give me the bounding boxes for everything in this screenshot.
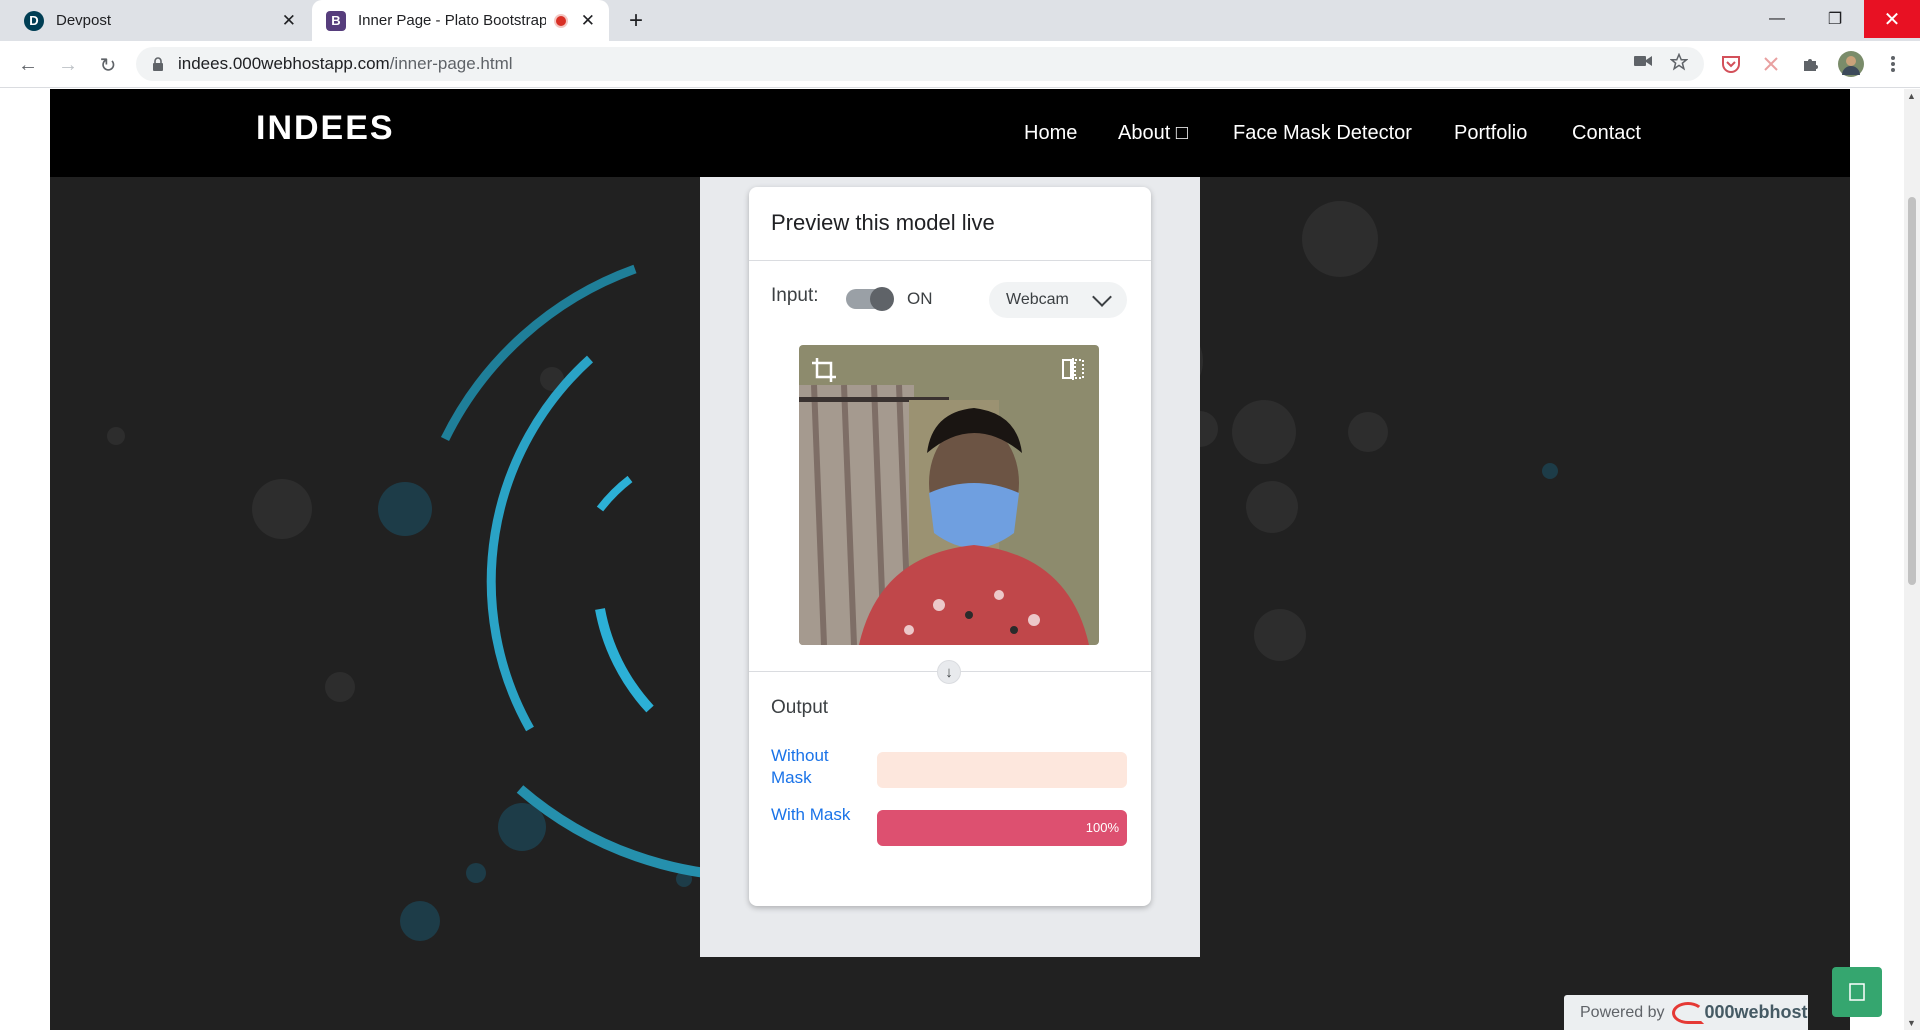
webcam-preview [799, 345, 1099, 645]
000webhost-logo-icon [1672, 1002, 1704, 1024]
scroll-thumb[interactable] [1908, 197, 1916, 585]
minimize-button[interactable]: — [1748, 0, 1806, 38]
new-tab-button[interactable]: + [620, 5, 652, 37]
divider [749, 260, 1151, 261]
model-preview-panel: Preview this model live Input: ON Webcam [700, 177, 1200, 957]
input-label: Input: [771, 285, 819, 306]
powered-by-label: Powered by [1580, 1003, 1665, 1021]
tab-devpost[interactable]: D Devpost ✕ [0, 0, 310, 41]
confidence-bar-without-mask [877, 752, 1127, 788]
scroll-up-icon[interactable]: ▲ [1907, 91, 1916, 101]
tab-title: Inner Page - Plato Bootstrap [358, 12, 546, 29]
recording-icon [554, 13, 568, 28]
close-window-button[interactable]: ✕ [1864, 0, 1920, 38]
toggle-knob [870, 287, 894, 311]
bookmark-star-icon[interactable] [1669, 52, 1689, 76]
avatar[interactable] [1838, 51, 1864, 77]
powered-by-badge[interactable]: Powered by 000webhost [1564, 995, 1808, 1030]
toggle-state-label: ON [907, 289, 933, 308]
camera-icon[interactable] [1634, 53, 1652, 73]
class-label-with-mask: With Mask [771, 805, 851, 824]
output-title: Output [771, 697, 829, 718]
bar-percent: 100% [1085, 820, 1119, 835]
toolbar: ← → ↻ indees.000webhostapp.com/inner-pag… [0, 41, 1920, 88]
page-scrollbar[interactable]: ▲ ▼ [1904, 89, 1920, 1030]
puzzle-icon[interactable] [1798, 51, 1824, 77]
forward-button[interactable]: → [52, 49, 84, 81]
lock-icon [152, 57, 164, 71]
arrow-down-icon: ↓ [937, 660, 961, 684]
tab-strip: D Devpost ✕ B Inner Page - Plato Bootstr… [0, 0, 1920, 41]
tab-inner-page[interactable]: B Inner Page - Plato Bootstrap ✕ [312, 0, 609, 41]
nav-portfolio[interactable]: Portfolio [1454, 122, 1527, 145]
nav-face-mask-detector[interactable]: Face Mask Detector [1233, 122, 1412, 145]
menu-kebab-icon[interactable] [1880, 51, 1906, 77]
webcam-image [799, 345, 1099, 645]
reload-button[interactable]: ↻ [92, 49, 124, 81]
chat-icon[interactable] [1832, 967, 1882, 1017]
tab-close-icon[interactable]: ✕ [282, 11, 296, 31]
brand-name: 000webhost [1704, 1002, 1808, 1022]
page-viewport: INDEES Home About □ Face Mask Detector P… [0, 89, 1904, 1030]
pocket-icon[interactable] [1718, 51, 1744, 77]
input-toggle[interactable] [846, 287, 894, 311]
card-title: Preview this model live [771, 210, 995, 235]
source-value: Webcam [1006, 291, 1069, 308]
url-text: indees.000webhostapp.com/inner-page.html [178, 54, 513, 73]
confidence-bar-with-mask: 100% [877, 810, 1127, 846]
site-logo[interactable]: INDEES [256, 109, 395, 148]
bootstrap-favicon-icon: B [326, 10, 346, 31]
class-label-without-mask: Without Mask [771, 746, 829, 787]
site-body: INDEES Home About □ Face Mask Detector P… [50, 89, 1850, 1030]
maximize-button[interactable]: ❐ [1806, 0, 1864, 38]
model-preview-card: Preview this model live Input: ON Webcam [749, 187, 1151, 906]
flip-icon[interactable] [1061, 357, 1085, 388]
scroll-down-icon[interactable]: ▼ [1907, 1018, 1916, 1028]
input-source-select[interactable]: Webcam [989, 282, 1127, 318]
tab-title: Devpost [56, 12, 112, 29]
address-bar[interactable]: indees.000webhostapp.com/inner-page.html [136, 47, 1704, 81]
nav-about[interactable]: About □ [1118, 122, 1188, 145]
nav-home[interactable]: Home [1024, 122, 1077, 145]
crop-icon[interactable] [811, 357, 837, 390]
devpost-favicon-icon: D [24, 10, 44, 31]
chevron-down-icon [1092, 287, 1112, 307]
extension-icon[interactable] [1758, 51, 1784, 77]
site-header: INDEES Home About □ Face Mask Detector P… [50, 89, 1850, 177]
tab-close-icon[interactable]: ✕ [581, 11, 595, 31]
back-button[interactable]: ← [12, 49, 44, 81]
nav-contact[interactable]: Contact [1572, 122, 1641, 145]
